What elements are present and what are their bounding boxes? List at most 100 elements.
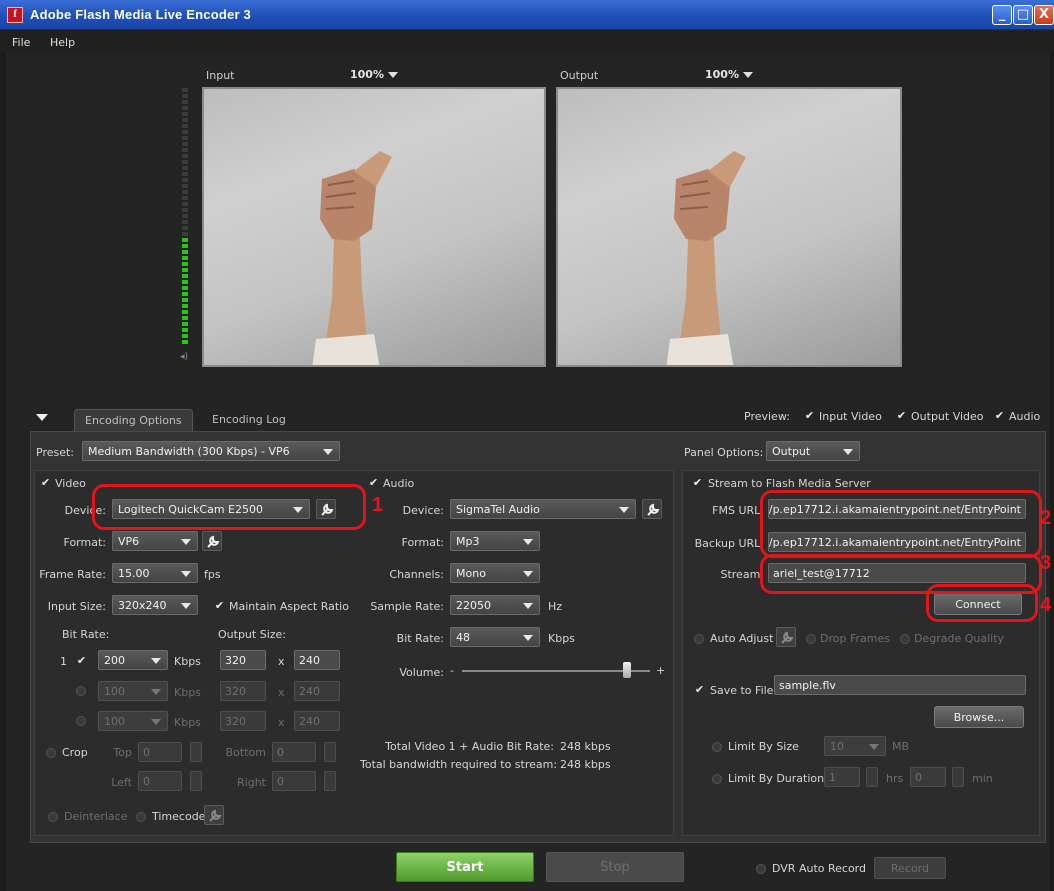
channels-dropdown[interactable]: Mono xyxy=(450,563,540,583)
crop-checkbox[interactable] xyxy=(46,748,56,758)
crop-top-stepper[interactable] xyxy=(190,742,202,762)
volume-slider-thumb[interactable] xyxy=(623,662,632,678)
tab-encoding-log[interactable]: Encoding Log xyxy=(202,409,296,431)
bitrate-row-2-checkbox[interactable] xyxy=(76,686,86,696)
save-to-file-checkbox[interactable]: ✔ xyxy=(694,684,705,695)
crop-top-field[interactable]: 0 xyxy=(138,742,182,762)
limit-by-size-checkbox[interactable] xyxy=(712,742,722,752)
duration-minutes-stepper[interactable] xyxy=(952,767,964,787)
bitrate-row-3-checkbox[interactable] xyxy=(76,716,86,726)
audio-level-segment xyxy=(182,322,188,326)
input-zoom-dropdown[interactable]: 100% xyxy=(350,68,398,81)
audio-level-segment xyxy=(182,106,188,110)
output-width-1[interactable]: 320 xyxy=(220,650,266,670)
minimize-button[interactable]: _ xyxy=(992,5,1012,25)
video-format-dropdown[interactable]: VP6 xyxy=(112,531,198,551)
timecode-label: Timecode xyxy=(152,810,206,823)
audio-bit-rate-label: Bit Rate: xyxy=(396,632,444,645)
audio-preview-checkbox[interactable]: ✔ xyxy=(994,410,1005,421)
start-button[interactable]: Start xyxy=(396,852,534,882)
auto-adjust-checkbox[interactable] xyxy=(694,634,704,644)
audio-level-segment xyxy=(182,310,188,314)
dvr-auto-record-checkbox[interactable] xyxy=(756,864,766,874)
duration-hours-stepper[interactable] xyxy=(866,767,878,787)
degrade-quality-radio[interactable] xyxy=(900,634,910,644)
audio-level-segment xyxy=(182,214,188,218)
audio-level-segment xyxy=(182,340,188,344)
frame-rate-dropdown[interactable]: 15.00 xyxy=(112,563,198,583)
maintain-aspect-checkbox[interactable]: ✔ xyxy=(214,600,225,611)
audio-level-meter xyxy=(182,88,190,348)
crop-bottom-stepper[interactable] xyxy=(324,742,336,762)
audio-format-dropdown[interactable]: Mp3 xyxy=(450,531,540,551)
output-video-checkbox[interactable]: ✔ xyxy=(896,410,907,421)
menu-help[interactable]: Help xyxy=(50,36,75,49)
volume-slider-track[interactable] xyxy=(462,670,650,672)
menu-file[interactable]: File xyxy=(12,36,30,49)
crop-bottom-field[interactable]: 0 xyxy=(272,742,316,762)
deinterlace-checkbox[interactable] xyxy=(48,812,58,822)
auto-adjust-label: Auto Adjust xyxy=(710,632,774,645)
timecode-checkbox[interactable] xyxy=(136,812,146,822)
drop-frames-radio[interactable] xyxy=(806,634,816,644)
audio-level-segment xyxy=(182,208,188,212)
output-height-1[interactable]: 240 xyxy=(294,650,340,670)
limit-by-duration-checkbox[interactable] xyxy=(712,774,722,784)
bitrate-row-2-dropdown[interactable]: 100 xyxy=(98,681,168,701)
preset-label: Preset: xyxy=(36,446,75,459)
input-video-checkbox[interactable]: ✔ xyxy=(804,410,815,421)
audio-device-settings-button[interactable] xyxy=(642,499,662,519)
total-bandwidth-value: 248 kbps xyxy=(560,758,611,771)
crop-bottom-label: Bottom xyxy=(225,746,266,759)
audio-level-segment xyxy=(182,154,188,158)
output-height-2[interactable]: 240 xyxy=(294,681,340,701)
audio-level-segment xyxy=(182,316,188,320)
audio-level-segment xyxy=(182,136,188,140)
bitrate-row-2-unit: Kbps xyxy=(174,686,201,699)
input-size-dropdown[interactable]: 320x240 xyxy=(112,595,198,615)
timecode-settings-button[interactable] xyxy=(204,805,224,825)
output-height-3[interactable]: 240 xyxy=(294,711,340,731)
size-limit-dropdown[interactable]: 10 xyxy=(824,736,886,756)
record-button[interactable]: Record xyxy=(874,857,946,879)
crop-left-stepper[interactable] xyxy=(190,771,202,791)
crop-right-field[interactable]: 0 xyxy=(272,771,316,791)
output-zoom-dropdown[interactable]: 100% xyxy=(705,68,753,81)
crop-right-stepper[interactable] xyxy=(324,771,336,791)
size-x-label: x xyxy=(278,686,285,699)
audio-device-dropdown[interactable]: SigmaTel Audio xyxy=(450,499,636,519)
audio-bit-rate-dropdown[interactable]: 48 xyxy=(450,627,540,647)
flash-icon[interactable]: f xyxy=(7,7,23,23)
audio-level-segment xyxy=(182,250,188,254)
collapse-panel-icon[interactable] xyxy=(36,414,48,421)
audio-kbps-label: Kbps xyxy=(548,632,575,645)
preset-dropdown[interactable]: Medium Bandwidth (300 Kbps) - VP6 xyxy=(82,441,340,461)
bitrate-row-1-dropdown[interactable]: 200 xyxy=(98,650,168,670)
backup-url-label: Backup URL: xyxy=(694,537,764,550)
video-checkbox[interactable]: ✔ xyxy=(40,477,51,488)
output-width-2[interactable]: 320 xyxy=(220,681,266,701)
close-button[interactable]: X xyxy=(1034,5,1054,25)
wrench-icon xyxy=(647,503,660,516)
stop-button[interactable]: Stop xyxy=(546,852,684,882)
duration-minutes-field[interactable]: 0 xyxy=(910,767,946,787)
panel-options-dropdown[interactable]: Output xyxy=(766,441,860,461)
stream-to-fms-checkbox[interactable]: ✔ xyxy=(692,477,703,488)
input-preview xyxy=(202,87,546,367)
auto-adjust-settings-button[interactable] xyxy=(776,627,796,647)
bitrate-row-3-dropdown[interactable]: 100 xyxy=(98,711,168,731)
crop-left-field[interactable]: 0 xyxy=(138,771,182,791)
browse-button[interactable]: Browse... xyxy=(934,706,1024,728)
duration-hours-field[interactable]: 1 xyxy=(824,767,860,787)
audio-level-segment xyxy=(182,130,188,134)
sample-rate-dropdown[interactable]: 22050 xyxy=(450,595,540,615)
audio-level-segment xyxy=(182,262,188,266)
video-format-settings-button[interactable] xyxy=(202,531,222,551)
output-width-3[interactable]: 320 xyxy=(220,711,266,731)
tab-encoding-options[interactable]: Encoding Options xyxy=(74,409,193,431)
bitrate-row-1-checkbox[interactable]: ✔ xyxy=(76,655,87,666)
file-name-input[interactable]: sample.flv xyxy=(774,675,1026,695)
volume-minus-label: - xyxy=(450,664,454,677)
audio-checkbox[interactable]: ✔ xyxy=(368,477,379,488)
maximize-button[interactable]: □ xyxy=(1013,5,1033,25)
